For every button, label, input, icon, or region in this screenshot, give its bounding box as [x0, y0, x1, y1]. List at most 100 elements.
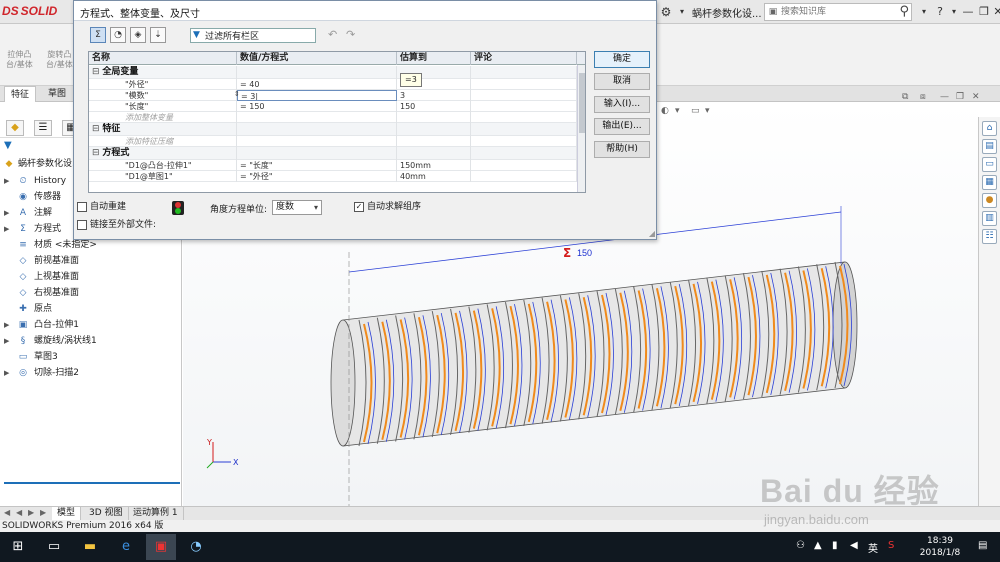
evaluates-cell[interactable]: 40mm [397, 171, 471, 182]
name-cell[interactable]: "长度" [89, 101, 237, 112]
design-library-icon[interactable]: ▤ [982, 139, 997, 154]
tree-item[interactable]: ▶ § 螺旋线/涡状线1 [0, 333, 182, 349]
file-explorer-icon[interactable]: ▭ [982, 157, 997, 172]
add-hint-cell[interactable]: 添加特征压缩 [89, 136, 237, 147]
tab-motion-study[interactable]: 运动算例 1 [128, 507, 184, 521]
angle-unit-select[interactable]: 度数 ▾ [272, 200, 322, 215]
section-title-cell[interactable]: ⊟ 全局变量 [89, 66, 237, 79]
import-button[interactable]: 输入(I)... [594, 96, 650, 113]
next-tab-icon[interactable]: ▶ [28, 508, 34, 517]
file-explorer-icon[interactable]: ▬ [80, 537, 100, 557]
redo-icon[interactable]: ↷ [346, 28, 355, 41]
name-cell[interactable]: "D1@凸台-拉伸1" [89, 160, 237, 171]
comment-cell[interactable] [471, 160, 577, 171]
home-icon[interactable]: ⌂ [982, 121, 997, 136]
view-palette-icon[interactable]: ▦ [982, 175, 997, 190]
add-eval-cell[interactable] [397, 112, 471, 123]
tab-features[interactable]: 特征 [4, 86, 37, 102]
export-button[interactable]: 输出(E)... [594, 118, 650, 135]
custom-properties-icon[interactable]: ▥ [982, 211, 997, 226]
table-row[interactable]: "外径"= 4040 [89, 79, 577, 90]
property-manager-tab-icon[interactable]: ☰ [34, 120, 52, 136]
add-comment-cell[interactable] [471, 136, 577, 147]
collapse-icon[interactable]: ⊟ [92, 124, 102, 134]
value-cell[interactable]: = 40 [237, 79, 397, 90]
tree-item[interactable]: ◇ 上视基准面 [0, 269, 182, 285]
equation-view-icon[interactable]: Σ [90, 27, 106, 43]
tree-item[interactable]: ▭ 草图3 [0, 349, 182, 365]
appearances-icon[interactable]: ● [982, 193, 997, 208]
add-hint-cell[interactable]: 添加整体变量 [89, 112, 237, 123]
ok-button[interactable]: 确定 [594, 51, 650, 68]
section-row[interactable]: ⊟ 全局变量 [89, 66, 577, 79]
tree-item[interactable]: ◇ 右视基准面 [0, 285, 182, 301]
edge-browser-icon[interactable]: e [116, 537, 136, 557]
add-row[interactable]: 添加特征压缩 [89, 136, 577, 147]
resize-grip-icon[interactable]: ◢ [649, 229, 655, 238]
chevron-down-icon[interactable]: ▾ [674, 4, 690, 20]
search-dropdown-icon[interactable]: ▾ [916, 4, 932, 20]
tab-3d-view[interactable]: 3D 视图 [84, 507, 129, 521]
section-cell[interactable] [237, 66, 397, 79]
expand-arrow-icon[interactable]: ▶ [4, 317, 12, 333]
table-row[interactable]: "长度" = 150 150 [89, 101, 577, 112]
value-cell[interactable]: = "长度" [237, 160, 397, 171]
network-icon[interactable]: ▲ [814, 540, 822, 551]
viewport-maximize-icon[interactable]: ❐ [956, 92, 964, 102]
evaluates-cell[interactable]: 150mm [397, 160, 471, 171]
filter-input[interactable] [205, 30, 313, 41]
ime-indicator[interactable]: 英 [868, 540, 878, 555]
windows-start-icon[interactable]: ⊞ [8, 537, 28, 557]
expand-arrow-icon[interactable]: ▶ [4, 221, 12, 237]
volume-icon[interactable]: ◀ [850, 540, 858, 551]
search-icon[interactable]: ⚲ [899, 4, 909, 19]
knowledge-search[interactable]: ▣ ⚲ [764, 3, 912, 21]
table-scrollbar[interactable] [577, 65, 585, 192]
table-row[interactable]: "模数" = 3| ⇕ 3 [89, 90, 577, 101]
battery-icon[interactable]: ▮ [832, 540, 838, 551]
section-cell[interactable] [471, 123, 577, 136]
collapse-icon[interactable]: ⊟ [92, 148, 102, 158]
last-tab-icon[interactable]: ▶ [40, 508, 46, 517]
auto-solve-box[interactable]: ✓ [354, 202, 364, 212]
name-cell[interactable]: "D1@草图1" [89, 171, 237, 182]
table-row[interactable]: "D1@凸台-拉伸1" = "长度" 150mm [89, 160, 577, 171]
auto-rebuild-box[interactable] [77, 202, 87, 212]
revolve-boss-button[interactable]: 旋转凸 台/基体 [46, 50, 73, 70]
evaluates-cell[interactable]: 150 [397, 101, 471, 112]
name-cell[interactable]: "模数" [89, 90, 237, 101]
sketch-equation-view-icon[interactable]: ◔ [110, 27, 126, 43]
section-cell[interactable] [471, 147, 577, 160]
undo-icon[interactable]: ↶ [328, 28, 337, 41]
ordered-view-icon[interactable]: ⇣ [150, 27, 166, 43]
section-cell[interactable] [237, 123, 397, 136]
minimize-button[interactable]: — [960, 4, 976, 20]
column-value[interactable]: 数值/方程式 [237, 52, 397, 65]
forum-icon[interactable]: ☷ [982, 229, 997, 244]
solidworks-logo[interactable]: DS SOLID [2, 4, 57, 20]
add-value-cell[interactable] [237, 136, 397, 147]
column-name[interactable]: 名称 [89, 52, 237, 65]
value-cell[interactable]: = 150 [237, 101, 397, 112]
add-eval-cell[interactable] [397, 136, 471, 147]
value-cell[interactable]: = "外径" [237, 171, 397, 182]
tree-filter-icon[interactable]: ▼ [4, 140, 16, 152]
system-clock[interactable]: 18:39 2018/1/8 [912, 535, 968, 559]
comment-cell[interactable] [471, 171, 577, 182]
gear-icon[interactable]: ⚙ [658, 4, 674, 20]
section-cell[interactable] [397, 123, 471, 136]
comment-cell[interactable] [471, 90, 577, 101]
tab-model[interactable]: 模型 [52, 507, 82, 521]
first-tab-icon[interactable]: ◀ [4, 508, 10, 517]
tab-sketch[interactable]: 草图 [42, 86, 72, 102]
task-view-icon[interactable]: ▭ [44, 537, 64, 557]
viewport-restore-icon[interactable]: ⧉ [902, 92, 908, 102]
people-icon[interactable]: ⚇ [796, 540, 805, 551]
filter-field[interactable]: ▼ [190, 28, 316, 43]
expand-arrow-icon[interactable]: ▶ [4, 333, 12, 349]
tree-item[interactable]: ✚ 原点 [0, 301, 182, 317]
length-dimension[interactable]: 150 [577, 248, 592, 258]
comment-cell[interactable] [471, 101, 577, 112]
expand-arrow-icon[interactable]: ▶ [4, 205, 12, 221]
dialog-title-bar[interactable]: 方程式、整体变量、及尺寸 [74, 1, 656, 21]
